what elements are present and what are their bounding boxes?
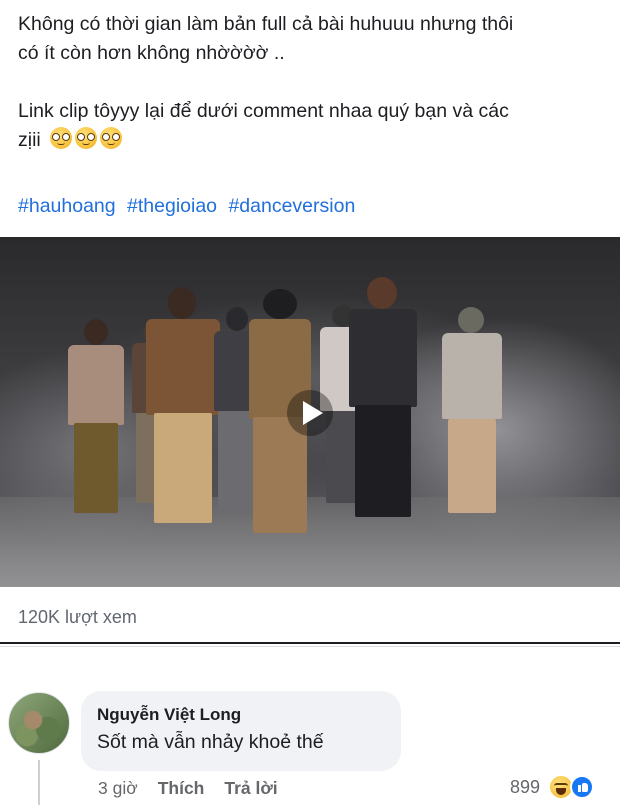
- section-divider-light: [0, 646, 620, 647]
- reaction-count: 899: [510, 776, 541, 797]
- hashtag-link[interactable]: #thegioiao: [127, 195, 217, 217]
- comment-thread-line: [38, 760, 40, 805]
- reaction-summary[interactable]: 899: [510, 774, 595, 800]
- comment-actions: 3 giờ Thích Trả lời: [98, 778, 278, 799]
- video-player[interactable]: [0, 237, 620, 587]
- emoji-group: [50, 127, 123, 149]
- post-text-line: zịii: [18, 126, 608, 155]
- comment-timestamp[interactable]: 3 giờ: [98, 778, 138, 799]
- like-icon: [570, 775, 595, 799]
- post-text: Không có thời gian làm bản full cả bài h…: [18, 10, 608, 155]
- hashtag-list: #hauhoang #thegioiao #danceversion: [18, 195, 361, 218]
- like-comment-button[interactable]: Thích: [158, 778, 205, 799]
- post-text-line: Link clip tôyyy lại để dưới comment nhaa…: [18, 100, 509, 122]
- comment-bubble: Nguyễn Việt Long Sốt mà vẫn nhảy khoẻ th…: [81, 691, 401, 771]
- hashtag-link[interactable]: #danceversion: [228, 195, 355, 217]
- play-button[interactable]: [287, 390, 333, 436]
- nerd-face-emoji-icon: [75, 127, 98, 149]
- section-divider: [0, 642, 620, 644]
- nerd-face-emoji-icon: [100, 127, 123, 149]
- hashtag-link[interactable]: #hauhoang: [18, 195, 116, 217]
- avatar[interactable]: [8, 692, 70, 754]
- view-count: 120K lượt xem: [18, 607, 137, 627]
- post-text-line: có ít còn hơn không nhờờờờ ..: [18, 42, 285, 64]
- post-text-line: Không có thời gian làm bản full cả bài h…: [18, 13, 514, 35]
- comment-author[interactable]: Nguyễn Việt Long: [97, 705, 385, 725]
- comment-text: Sốt mà vẫn nhảy khoẻ thế: [97, 731, 324, 753]
- reply-comment-button[interactable]: Trả lời: [224, 778, 277, 799]
- post-text-fragment: zịii: [18, 129, 41, 151]
- nerd-face-emoji-icon: [50, 127, 73, 149]
